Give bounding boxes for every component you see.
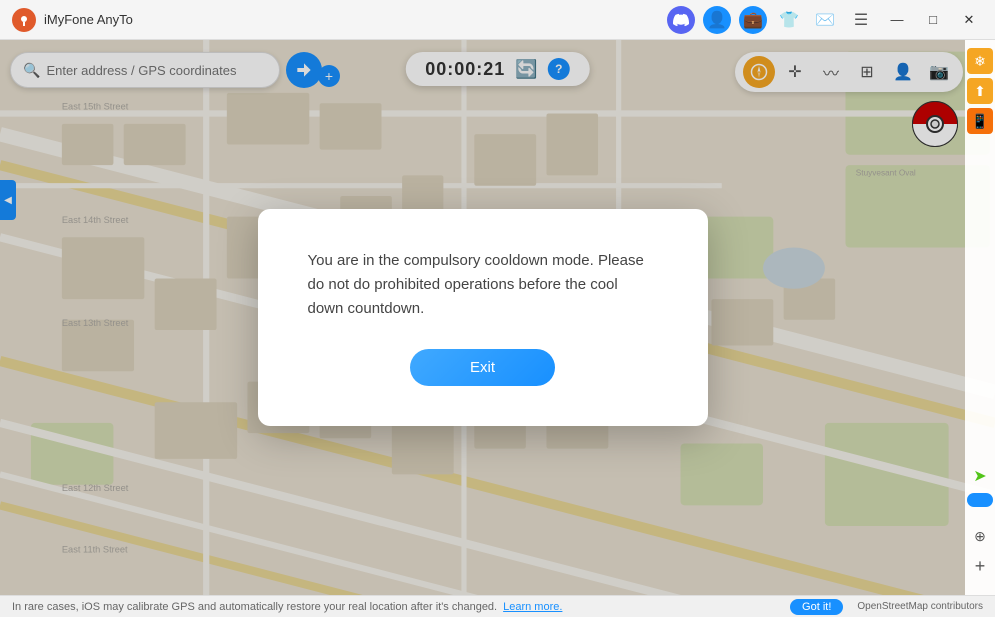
bottom-notification-bar: In rare cases, iOS may calibrate GPS and… [0, 595, 995, 617]
app-title: iMyFone AnyTo [44, 12, 667, 27]
discord-icon[interactable] [667, 6, 695, 34]
location-btn[interactable]: ⊕ [967, 523, 993, 549]
close-button[interactable]: ✕ [955, 6, 983, 34]
got-it-button[interactable]: Got it! [790, 599, 843, 615]
zoom-in-btn[interactable]: + [967, 553, 993, 579]
title-icons: 👤 💼 👕 ✉️ ☰ — □ ✕ [667, 6, 983, 34]
maximize-button[interactable]: □ [919, 6, 947, 34]
learn-more-link[interactable]: Learn more. [503, 601, 562, 613]
toggle-switch[interactable] [967, 493, 993, 507]
title-bar: iMyFone AnyTo 👤 💼 👕 ✉️ ☰ — □ ✕ [0, 0, 995, 40]
side-panel-btn-3[interactable]: 📱 [967, 108, 993, 134]
exit-button[interactable]: Exit [410, 349, 555, 386]
bag-icon[interactable]: 💼 [739, 6, 767, 34]
cooldown-modal: You are in the compulsory cooldown mode.… [258, 209, 708, 426]
navigate-arrow[interactable]: ➤ [967, 463, 993, 489]
shirt-icon[interactable]: 👕 [775, 6, 803, 34]
minimize-button[interactable]: — [883, 6, 911, 34]
user-icon[interactable]: 👤 [703, 6, 731, 34]
side-panel-btn-2[interactable]: ⬆ [967, 78, 993, 104]
app-logo [12, 8, 36, 32]
modal-overlay: You are in the compulsory cooldown mode.… [0, 40, 965, 595]
osm-credit: OpenStreetMap contributors [857, 601, 983, 612]
modal-message: You are in the compulsory cooldown mode.… [308, 249, 658, 321]
side-panel: ❄ ⬆ 📱 ➤ ⊕ + − [965, 40, 995, 617]
menu-icon[interactable]: ☰ [847, 6, 875, 34]
notification-text: In rare cases, iOS may calibrate GPS and… [12, 601, 497, 613]
mail-icon[interactable]: ✉️ [811, 6, 839, 34]
side-panel-btn-1[interactable]: ❄ [967, 48, 993, 74]
